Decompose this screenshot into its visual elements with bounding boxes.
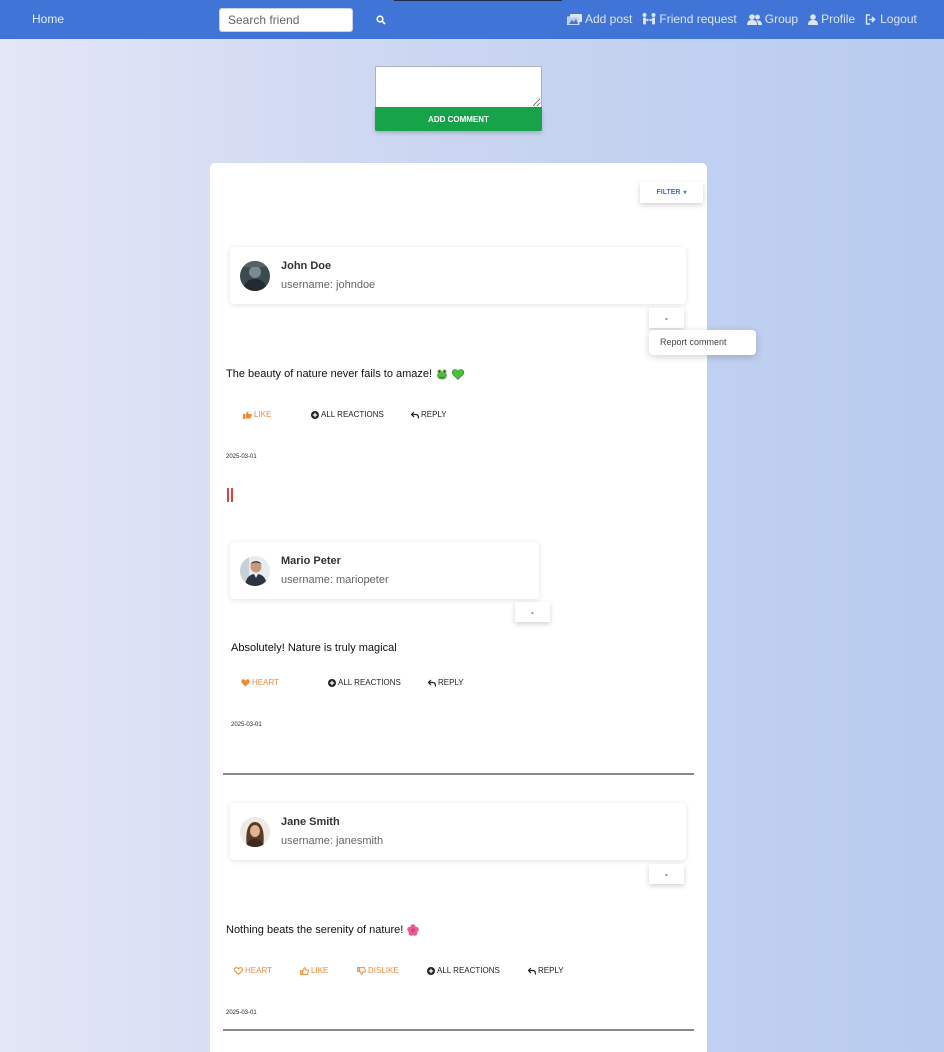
avatar [240, 817, 270, 847]
nav-logout[interactable]: Logout [865, 12, 917, 26]
reply-button[interactable]: REPLY [528, 966, 564, 975]
user-group-icon [746, 13, 762, 25]
author-name[interactable]: Mario Peter [281, 555, 341, 567]
comment-options-button[interactable]: - [649, 864, 684, 884]
like-button[interactable]: LIKE [243, 410, 271, 419]
like-label: LIKE [311, 966, 329, 975]
comment-author-card: Mario Peter username: mariopeter [230, 542, 539, 599]
like-label: LIKE [254, 410, 272, 419]
all-reactions-button[interactable]: ALL REACTIONS [311, 410, 384, 419]
search-icon [376, 15, 386, 25]
reply-arrow-icon [528, 967, 536, 975]
people-arrows-icon [642, 13, 656, 25]
comment-text: The beauty of nature never fails to amaz… [226, 368, 433, 380]
all-reactions-button[interactable]: ALL REACTIONS [427, 966, 500, 975]
comment-options-button[interactable]: - [649, 308, 684, 328]
search-button[interactable] [370, 12, 390, 30]
reply-button[interactable]: REPLY [428, 678, 464, 687]
comment-text: Nothing beats the serenity of nature! [226, 924, 404, 936]
logout-icon [865, 13, 876, 25]
thumbs-up-icon [243, 411, 252, 419]
nav-add-post-label: Add post [585, 12, 633, 26]
user-icon [808, 13, 819, 25]
comment-author-card: John Doe username: johndoe [230, 247, 686, 304]
reply-label: REPLY [538, 966, 564, 975]
comment-body: Nothing beats the serenity of nature! [226, 924, 420, 936]
author-name[interactable]: Jane Smith [281, 816, 340, 828]
all-reactions-label: ALL REACTIONS [437, 966, 500, 975]
author-username: username: johndoe [281, 279, 376, 291]
comment-body: Absolutely! Nature is truly magical [231, 642, 397, 654]
nav-home-link[interactable]: Home [32, 12, 64, 26]
thumbs-up-outline-icon [300, 966, 309, 975]
all-reactions-label: ALL REACTIONS [321, 410, 384, 419]
nav-group[interactable]: Group [746, 12, 799, 26]
comment-body: The beauty of nature never fails to amaz… [226, 368, 465, 380]
caret-down-icon: ▾ [683, 190, 687, 196]
top-navbar: Home Add post Friend request [0, 0, 944, 39]
plus-circle-icon [311, 410, 319, 419]
new-comment-textarea[interactable] [375, 66, 542, 108]
frog-emoji-icon [437, 369, 448, 380]
navbar-accent-line [394, 0, 562, 1]
comment-divider [223, 1029, 694, 1031]
nav-add-post[interactable]: Add post [567, 12, 632, 26]
reply-label: REPLY [421, 410, 447, 419]
heart-label: HEART [245, 966, 272, 975]
dislike-label: DISLIKE [368, 966, 399, 975]
plus-circle-icon [427, 966, 435, 975]
nav-profile-label: Profile [821, 12, 856, 26]
comment-date: 2025-03-01 [226, 454, 257, 460]
nav-group-label: Group [764, 12, 799, 26]
avatar [240, 261, 270, 291]
thumbs-down-outline-icon [357, 966, 366, 975]
author-username: username: janesmith [281, 835, 384, 847]
dislike-button[interactable]: DISLIKE [357, 966, 399, 975]
reply-arrow-icon [428, 679, 436, 687]
filter-label: FILTER [656, 189, 681, 196]
all-reactions-button[interactable]: ALL REACTIONS [328, 678, 401, 687]
heart-button[interactable]: HEART [234, 966, 272, 975]
comment-date: 2025-03-01 [231, 722, 262, 728]
nav-links: Add post Friend request Group Profile Lo… [567, 12, 917, 26]
heart-icon [241, 678, 250, 686]
add-comment-button[interactable]: ADD COMMENT [375, 107, 542, 131]
report-comment-menu-item[interactable]: Report comment [649, 330, 756, 355]
reply-label: REPLY [438, 678, 464, 687]
comment-date: 2025-03-01 [226, 1010, 257, 1016]
nav-friend-request-label: Friend request [659, 12, 737, 26]
comment-divider [223, 773, 694, 775]
images-icon [567, 13, 582, 25]
comment-options-button[interactable]: - [515, 602, 550, 622]
heart-outline-icon [234, 966, 243, 975]
reply-button[interactable]: REPLY [411, 410, 447, 419]
author-name[interactable]: John Doe [281, 260, 331, 272]
plus-circle-icon [328, 678, 336, 687]
comment-author-card: Jane Smith username: janesmith [230, 803, 686, 860]
heart-label: HEART [252, 678, 279, 687]
all-reactions-label: ALL REACTIONS [338, 678, 401, 687]
comment-text: Absolutely! Nature is truly magical [231, 642, 397, 654]
reply-arrow-icon [411, 411, 419, 419]
nav-profile[interactable]: Profile [808, 12, 855, 26]
green-heart-emoji-icon [452, 368, 465, 380]
nav-logout-label: Logout [880, 12, 917, 26]
author-username: username: mariopeter [281, 574, 389, 586]
filter-button[interactable]: FILTER ▾ [640, 182, 703, 203]
like-button[interactable]: LIKE [300, 966, 328, 975]
reply-thread-marker [227, 488, 233, 502]
hibiscus-emoji-icon [407, 924, 420, 936]
heart-button[interactable]: HEART [241, 678, 279, 687]
search-friend-input[interactable] [219, 8, 353, 32]
nav-friend-request[interactable]: Friend request [642, 12, 737, 26]
avatar [240, 556, 270, 586]
